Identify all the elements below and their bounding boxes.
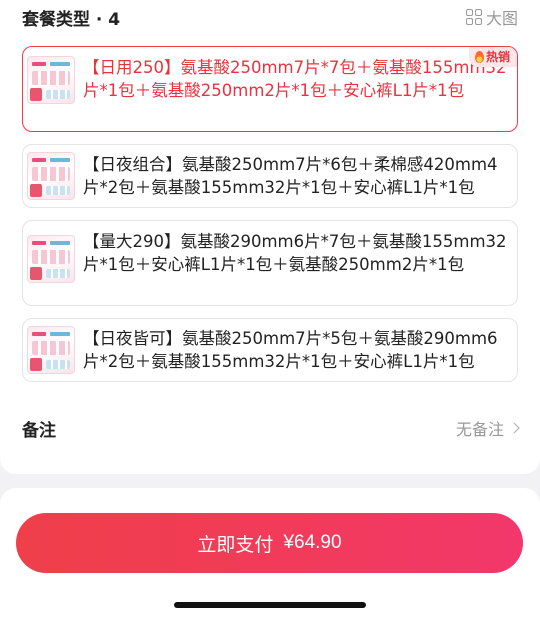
pay-now-button[interactable]: 立即支付 ¥64.90 — [16, 513, 523, 573]
pay-button-amount: ¥64.90 — [283, 532, 342, 553]
package-option-large-290[interactable]: 【量大290】氨基酸290mm6片*7包＋氨基酸155mm32片*1包＋安心裤L… — [22, 220, 518, 306]
package-sheet: 套餐类型 · 4 大图 【日用250】氨基酸250mm7片*7包＋氨基酸155m… — [0, 0, 540, 474]
package-option-day-night-combo[interactable]: 【日夜组合】氨基酸250mm7片*6包＋柔棉感420mm4片*2包＋氨基酸155… — [22, 144, 518, 208]
bottom-bar: 立即支付 ¥64.90 — [0, 488, 540, 620]
product-thumbnail — [27, 152, 75, 200]
section-header: 套餐类型 · 4 大图 — [22, 4, 518, 30]
remark-label: 备注 — [22, 420, 56, 441]
package-option-daily-250[interactable]: 【日用250】氨基酸250mm7片*7包＋氨基酸155mm32片*1包＋氨基酸2… — [22, 46, 518, 132]
remark-row[interactable]: 备注 无备注 — [22, 414, 520, 442]
big-image-label: 大图 — [485, 9, 518, 28]
hot-sale-badge: 热销 — [468, 47, 517, 67]
section-title: 套餐类型 · 4 — [22, 9, 121, 30]
option-label: 【量大290】氨基酸290mm6片*7包＋氨基酸155mm32片*1包＋安心裤L… — [83, 232, 507, 274]
option-label: 【日夜皆可】氨基酸250mm7片*5包＋氨基酸290mm6片*2包＋氨基酸155… — [83, 329, 498, 371]
hot-sale-label: 热销 — [485, 50, 510, 64]
flame-icon — [474, 50, 484, 63]
grid-icon — [465, 9, 482, 25]
chevron-right-icon — [508, 422, 520, 434]
remark-value: 无备注 — [455, 420, 504, 439]
big-image-toggle[interactable]: 大图 — [465, 5, 518, 29]
product-thumbnail — [27, 326, 75, 374]
product-thumbnail — [27, 235, 75, 283]
pay-button-label: 立即支付 — [197, 534, 274, 556]
product-thumbnail — [27, 56, 75, 104]
home-indicator — [174, 602, 366, 608]
remark-value-wrap: 无备注 — [455, 416, 520, 440]
package-option-day-night-both[interactable]: 【日夜皆可】氨基酸250mm7片*5包＋氨基酸290mm6片*2包＋氨基酸155… — [22, 318, 518, 382]
option-label: 【日用250】氨基酸250mm7片*7包＋氨基酸155mm32片*1包＋氨基酸2… — [83, 58, 507, 100]
option-label: 【日夜组合】氨基酸250mm7片*6包＋柔棉感420mm4片*2包＋氨基酸155… — [83, 155, 498, 197]
